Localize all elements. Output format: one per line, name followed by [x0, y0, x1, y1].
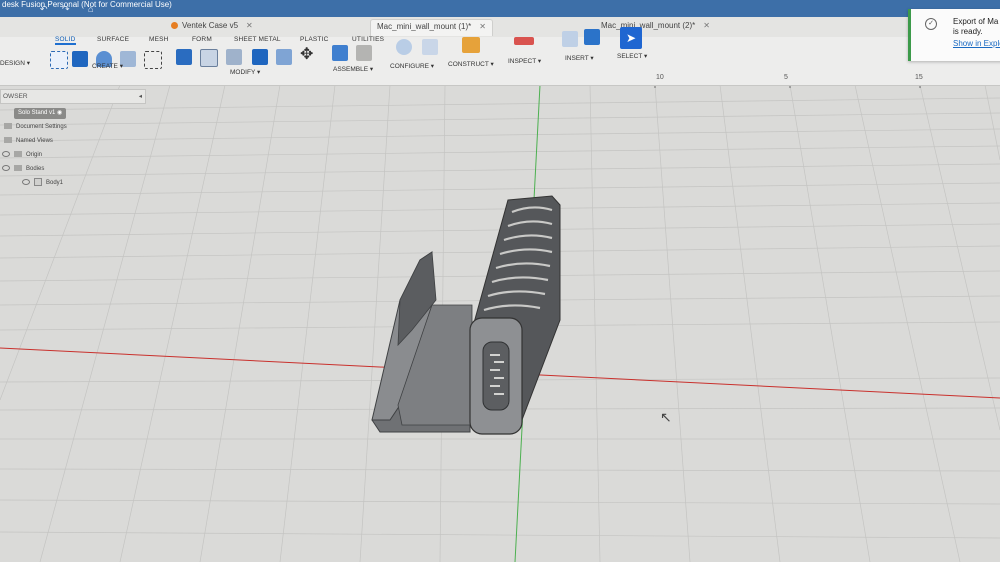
export-notification[interactable]: ✓ Export of Ma is ready. Show in Explo — [908, 9, 1000, 61]
tree-label: Origin — [26, 152, 43, 158]
tab-sheet-metal[interactable]: SHEET METAL — [234, 36, 281, 43]
tab-mesh[interactable]: MESH — [149, 36, 169, 43]
pattern-icon[interactable] — [144, 51, 162, 69]
ruler-label: 15 — [915, 74, 923, 81]
configure-icon[interactable] — [396, 39, 412, 55]
tree-label: Body1 — [46, 180, 64, 186]
show-in-explorer-link[interactable]: Show in Explo — [953, 39, 1000, 48]
tab-label: Ventek Case v5 — [182, 21, 239, 30]
insert-image-icon[interactable] — [584, 29, 600, 45]
folder-icon — [14, 151, 22, 158]
close-icon[interactable]: ✕ — [703, 21, 710, 30]
insert-menu[interactable]: INSERT ▾ — [565, 54, 594, 62]
browser-title: OWSER — [3, 93, 28, 100]
inspect-menu[interactable]: INSPECT ▾ — [508, 57, 541, 65]
modify-menu[interactable]: MODIFY ▾ — [230, 68, 260, 76]
press-pull-icon[interactable] — [176, 49, 192, 65]
collapse-panel-icon[interactable]: ◂ — [139, 90, 142, 103]
fillet-icon[interactable] — [200, 49, 218, 67]
document-tabs: Ventek Case v5 ✕ Mac_mini_wall_mount (1)*… — [0, 17, 1000, 38]
tab-solid[interactable]: SOLID — [55, 36, 76, 45]
assemble-menu[interactable]: ASSEMBLE ▾ — [333, 65, 373, 73]
tab-surface[interactable]: SURFACE — [97, 36, 129, 43]
close-icon[interactable]: ✕ — [479, 22, 486, 31]
settings-gear-icon — [4, 123, 12, 130]
visibility-eye-icon[interactable] — [2, 165, 10, 172]
ruler-label: 10 — [656, 74, 664, 81]
undo-icon[interactable]: ↶ — [40, 1, 48, 17]
title-bar: desk Fusion Personal (Not for Commercial… — [0, 0, 1000, 17]
tab-mac-mini-2[interactable]: Mac_mini_wall_mount (2)* ✕ — [595, 19, 716, 35]
mouse-cursor-icon: ↖ — [660, 409, 672, 425]
tree-item-bodies[interactable]: Bodies — [2, 164, 44, 175]
insert-derive-icon[interactable] — [562, 31, 578, 47]
combine-icon[interactable] — [276, 49, 292, 65]
tree-item-root[interactable]: Solo Stand v1 ◉ — [14, 108, 67, 119]
extrude-icon[interactable] — [72, 51, 88, 67]
chamfer-icon[interactable] — [226, 49, 242, 65]
notification-line-2: is ready. — [953, 27, 983, 36]
tab-form[interactable]: FORM — [192, 36, 212, 43]
visibility-eye-icon[interactable] — [22, 179, 30, 186]
shell-icon[interactable] — [252, 49, 268, 65]
tab-label: Mac_mini_wall_mount (2)* — [601, 21, 696, 30]
select-menu[interactable]: SELECT ▾ — [617, 52, 647, 60]
redo-icon[interactable]: ↷ — [62, 1, 70, 17]
construct-menu[interactable]: CONSTRUCT ▾ — [448, 60, 494, 68]
ribbon-toolbar: SOLID SURFACE MESH FORM SHEET METAL PLAS… — [0, 27, 1000, 86]
create-menu[interactable]: CREATE ▾ — [92, 62, 123, 70]
visibility-eye-icon[interactable] — [2, 151, 10, 158]
select-arrow-icon[interactable]: ➤ — [620, 27, 642, 49]
folder-icon — [4, 137, 12, 144]
tree-label: Named Views — [16, 138, 53, 144]
joint-icon[interactable] — [356, 45, 372, 61]
parameters-icon[interactable] — [422, 39, 438, 55]
browser-panel-header[interactable]: OWSER ◂ — [0, 89, 146, 104]
configure-menu[interactable]: CONFIGURE ▾ — [390, 62, 434, 70]
notification-line-1: Export of Ma — [953, 17, 999, 26]
tree-label: Document Settings — [16, 124, 67, 130]
tree-item-named-views[interactable]: Named Views — [4, 136, 53, 147]
measure-icon[interactable] — [514, 37, 534, 45]
offset-plane-icon[interactable] — [462, 37, 480, 53]
new-component-icon[interactable] — [332, 45, 348, 61]
tree-item-origin[interactable]: Origin — [2, 150, 42, 161]
body-icon — [34, 178, 42, 187]
close-icon[interactable]: ✕ — [246, 21, 253, 30]
tab-plastic[interactable]: PLASTIC — [300, 36, 329, 43]
tab-label: Mac_mini_wall_mount (1)* — [377, 22, 472, 31]
folder-icon — [14, 165, 22, 172]
home-icon[interactable]: ⌂ — [88, 1, 93, 17]
tree-item-document-settings[interactable]: Document Settings — [4, 122, 67, 133]
tab-mac-mini-1[interactable]: Mac_mini_wall_mount (1)* ✕ — [370, 19, 493, 36]
tab-ventek-case[interactable]: Ventek Case v5 ✕ — [165, 19, 259, 35]
design-dropdown[interactable]: DESIGN ▾ — [0, 59, 30, 67]
fusion-doc-icon — [171, 22, 178, 29]
tree-label: Bodies — [26, 166, 45, 172]
window-title: desk Fusion Personal (Not for Commercial… — [2, 0, 172, 9]
move-icon[interactable]: ✥ — [300, 47, 316, 63]
tree-label: Solo Stand v1 — [18, 110, 56, 116]
tree-item-body1[interactable]: Body1 — [22, 178, 63, 189]
check-circle-icon: ✓ — [925, 18, 937, 30]
create-sketch-icon[interactable] — [50, 51, 68, 69]
tab-utilities[interactable]: UTILITIES — [352, 36, 384, 43]
ruler-label: 5 — [784, 74, 788, 81]
